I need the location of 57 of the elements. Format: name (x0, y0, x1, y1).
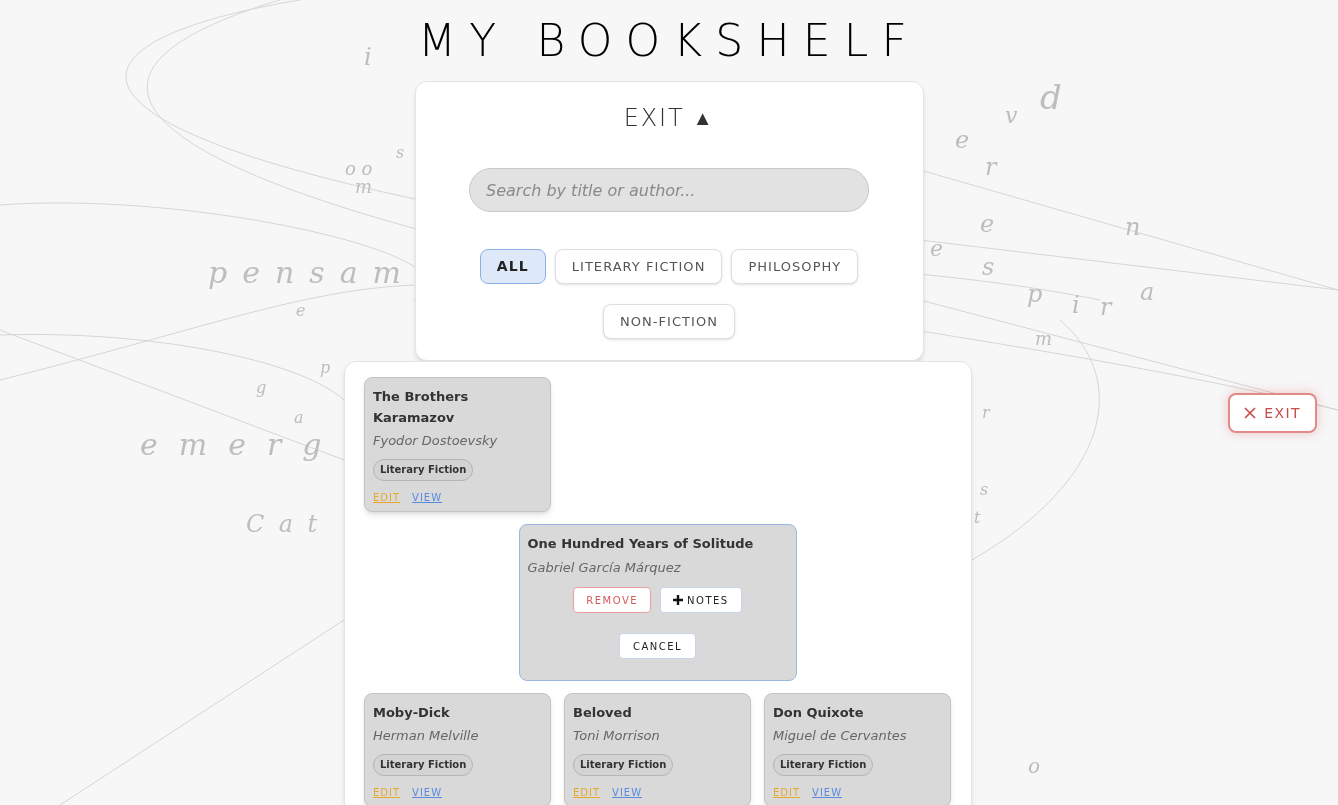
filter-chip[interactable]: LITERARY FICTION (554, 249, 723, 284)
background-letter: i (1072, 293, 1080, 317)
toggle-button[interactable]: EXIT ▲ (623, 106, 715, 130)
background-letter: Cat (246, 512, 332, 536)
background-letter: s (982, 255, 995, 279)
search-field[interactable]: Search by title or author... (469, 168, 869, 212)
background-letter: t (974, 510, 981, 526)
background-letter: g (256, 380, 267, 396)
book-card[interactable]: One Hundred Years of Solitude Gabriel García Márquez REMOVE NOTES CANCEL (518, 524, 797, 681)
background-letter: s (980, 482, 989, 498)
background-letter: m (355, 178, 373, 196)
notes-button[interactable]: NOTES (660, 587, 742, 613)
genre-tag: Literary Fiction (573, 754, 674, 776)
background-letter: emerg (140, 430, 343, 460)
remove-button[interactable]: REMOVE (573, 587, 652, 613)
triangle-icon: ▲ (692, 108, 715, 128)
background-letter: e (955, 128, 970, 152)
book-author: Toni Morrison (573, 727, 660, 745)
background-letter: r (985, 155, 997, 179)
book-author: Fyodor Dostoevsky (373, 432, 498, 450)
background-letter: i (364, 45, 372, 69)
background-letter: e (296, 303, 306, 319)
background-letter: r (982, 405, 990, 421)
background-letter: s (396, 145, 405, 161)
background-letter: e (980, 212, 995, 236)
close-icon (1244, 407, 1257, 419)
background-letter: v (1005, 105, 1018, 127)
plus-icon (673, 595, 684, 605)
book-title: Don Quixote (773, 704, 864, 722)
app-title: MY BOOKSHELF (418, 18, 920, 64)
background-letter: o (1028, 756, 1041, 776)
book-author: Herman Melville (373, 727, 479, 745)
background-letter: a (1140, 280, 1155, 304)
background-letter: n (1125, 215, 1141, 239)
book-author: Miguel de Cervantes (773, 727, 907, 745)
background-letter: e (930, 238, 944, 260)
book-title: Moby-Dick (373, 704, 450, 722)
background-letter: d (1040, 80, 1062, 114)
background-letter: a (294, 410, 304, 426)
filter-chip[interactable]: ALL (479, 249, 546, 284)
exit-button[interactable]: EXIT (1228, 393, 1317, 433)
filter-chip[interactable]: NON-FICTION (603, 304, 735, 339)
book-author: Gabriel García Márquez (527, 559, 682, 577)
background-letter: o o (345, 160, 373, 178)
background-letter: r (1100, 295, 1112, 319)
background-letter: p (320, 360, 331, 376)
genre-tag: Literary Fiction (373, 459, 474, 481)
book-title: One Hundred Years of Solitude (527, 535, 755, 553)
book-title: Beloved (573, 704, 632, 722)
background-letter: m (1035, 330, 1053, 348)
genre-tag: Literary Fiction (773, 754, 874, 776)
background-letter: pensam (208, 258, 416, 288)
filter-chip[interactable]: PHILOSOPHY (731, 249, 859, 284)
cancel-button[interactable]: CANCEL (618, 633, 697, 659)
book-title: The Brothers Karamazov (373, 388, 470, 427)
genre-tag: Literary Fiction (373, 754, 474, 776)
background-letter: p (1027, 282, 1043, 306)
